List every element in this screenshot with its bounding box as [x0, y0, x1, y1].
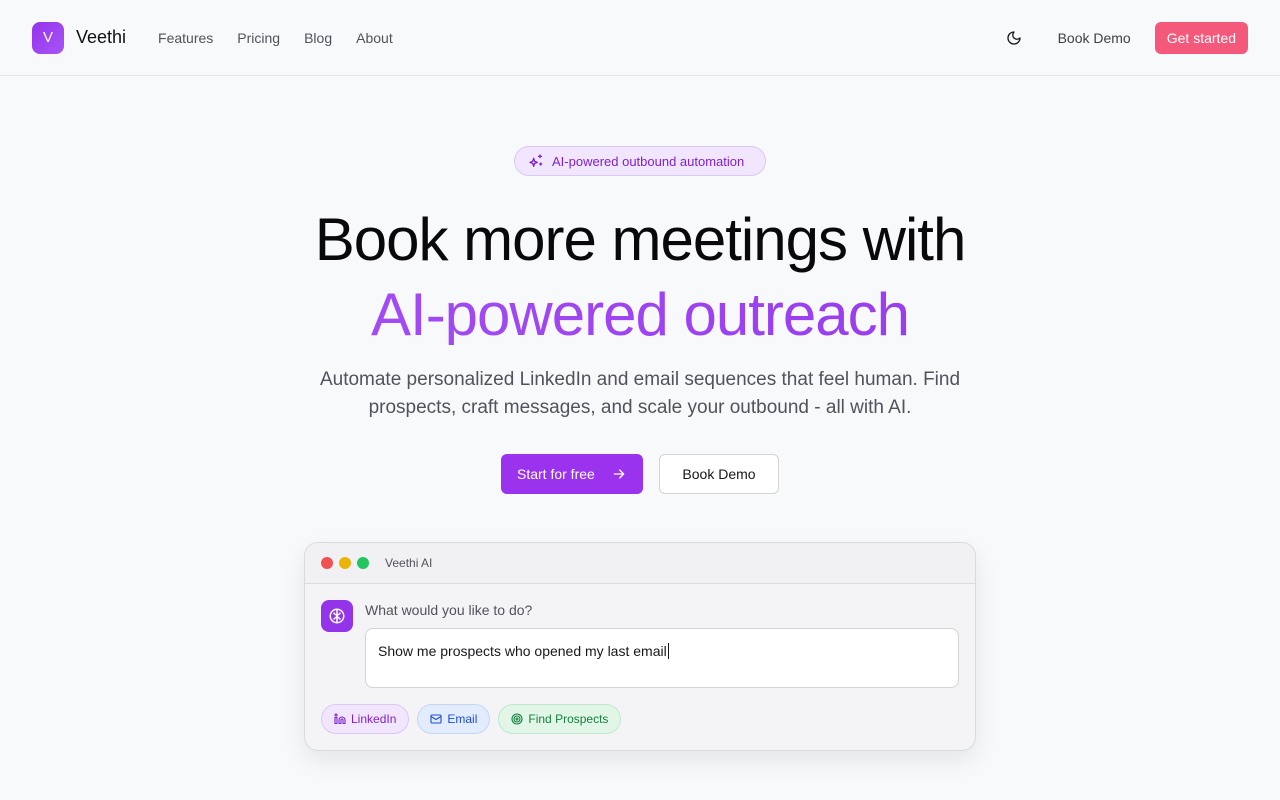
nav-actions: Book Demo Get started: [998, 21, 1248, 54]
chip-find-prospects-label: Find Prospects: [528, 712, 609, 726]
chip-email[interactable]: Email: [417, 704, 491, 734]
prompt-input[interactable]: Show me prospects who opened my last ema…: [365, 628, 959, 688]
get-started-button[interactable]: Get started: [1154, 21, 1248, 54]
window-close-dot: [321, 557, 333, 569]
chip-email-label: Email: [447, 712, 478, 726]
prompt-label: What would you like to do?: [365, 602, 533, 618]
hero-badge-text: AI-powered outbound automation: [552, 153, 745, 169]
window-minimize-dot: [339, 557, 351, 569]
logo-icon[interactable]: V: [32, 21, 64, 54]
nav-link-blog[interactable]: Blog: [304, 30, 332, 46]
window-title-bar: Veethi AI: [305, 543, 975, 584]
theme-toggle-button[interactable]: [998, 22, 1030, 54]
nav-link-pricing[interactable]: Pricing: [237, 30, 280, 46]
nav-book-demo-link[interactable]: Book Demo: [1058, 30, 1131, 46]
target-icon: [511, 713, 523, 725]
text-caret: [667, 643, 669, 659]
ai-demo-window: Veethi AI What would you like to do? Sho…: [304, 542, 976, 751]
chip-linkedin[interactable]: LinkedIn: [321, 704, 410, 734]
brain-icon: [321, 600, 353, 632]
brand-name[interactable]: Veethi: [76, 27, 126, 48]
top-nav: V Veethi Features Pricing Blog About Boo…: [0, 0, 1280, 76]
start-for-free-button[interactable]: Start for free: [501, 454, 643, 494]
nav-link-features[interactable]: Features: [158, 30, 213, 46]
action-chips: LinkedIn Email Find Prospects: [321, 704, 622, 734]
prompt-input-text: Show me prospects who opened my last ema…: [378, 643, 667, 659]
sparkles-icon: [529, 154, 543, 167]
nav-links: Features Pricing Blog About: [158, 30, 393, 46]
hero-subtitle: Automate personalized LinkedIn and email…: [319, 369, 961, 418]
hero-headline-highlight: AI-powered outreach: [0, 285, 1280, 345]
moon-icon: [1006, 30, 1021, 45]
mail-icon: [430, 714, 442, 724]
arrow-right-icon: [611, 466, 627, 482]
linkedin-icon: [334, 713, 346, 725]
book-demo-button[interactable]: Book Demo: [659, 454, 779, 494]
window-title: Veethi AI: [385, 556, 433, 570]
hero-headline: Book more meetings with: [314, 206, 967, 273]
nav-link-about[interactable]: About: [356, 30, 393, 46]
window-maximize-dot: [357, 557, 369, 569]
hero-badge: AI-powered outbound automation: [514, 146, 766, 176]
chip-find-prospects[interactable]: Find Prospects: [498, 704, 622, 734]
chip-linkedin-label: LinkedIn: [351, 712, 397, 726]
start-for-free-label: Start for free: [517, 466, 595, 482]
